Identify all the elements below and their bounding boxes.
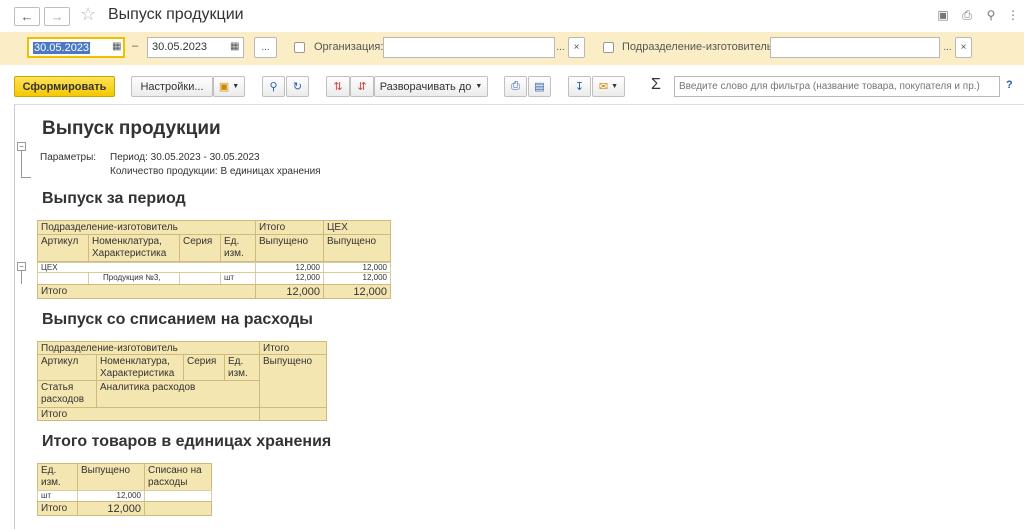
dept-label: Подразделение-изготовитель:: [622, 41, 776, 53]
header-unit: Ед. изм.: [224, 354, 260, 381]
star-icon[interactable]: ☆: [80, 4, 96, 25]
tree-line: [21, 177, 31, 178]
collapse-groups-button[interactable]: ⇅: [326, 76, 350, 97]
org-field[interactable]: [383, 37, 555, 58]
back-arrow-icon[interactable]: ←: [14, 7, 40, 26]
help-icon[interactable]: ?: [1006, 79, 1013, 91]
report-variants-icon: ▣: [218, 81, 230, 93]
preview-icon[interactable]: ⚲: [984, 8, 998, 22]
collapse-icon: ⇅: [333, 81, 343, 93]
collapse-toggle-icon[interactable]: −: [17, 142, 26, 151]
more-icon[interactable]: ⋮: [1006, 8, 1020, 22]
report-title: Выпуск продукции: [42, 118, 221, 139]
header-unit: Ед. изм.: [37, 463, 78, 491]
section-title-units-total: Итого товаров в единицах хранения: [42, 433, 332, 450]
header-released: Выпущено: [259, 354, 327, 408]
download-icon: ↧: [574, 81, 585, 93]
org-clear-button[interactable]: ×: [568, 37, 585, 58]
tree-line: [21, 271, 22, 284]
section-title-release: Выпуск за период: [42, 190, 186, 207]
save-icon[interactable]: ▣: [936, 8, 950, 22]
header-dept: Подразделение-изготовитель: [37, 341, 260, 355]
expand-icon: ⇵: [357, 81, 367, 93]
header-nomenclature: Номенклатура, Характеристика: [88, 234, 180, 262]
org-select-button[interactable]: ...: [553, 37, 568, 58]
print-icon[interactable]: ⎙: [960, 8, 974, 22]
preview-button[interactable]: ▤: [528, 76, 551, 97]
calendar-icon[interactable]: ▦: [112, 41, 121, 52]
dropdown-arrow-icon: ▼: [232, 83, 240, 90]
total-value: 12,000: [77, 501, 145, 516]
header-nomenclature: Номенклатура, Характеристика: [96, 354, 184, 381]
date-from-field[interactable]: 30.05.2023: [27, 37, 125, 58]
search-button[interactable]: ⚲: [262, 76, 285, 97]
date-dash: –: [132, 40, 139, 52]
save-file-button[interactable]: ↧: [568, 76, 591, 97]
dept-clear-button[interactable]: ×: [955, 37, 972, 58]
search-icon: ⚲: [269, 81, 278, 93]
total-label: Итого: [37, 501, 78, 516]
param-quantity: Количество продукции: В единицах хранени…: [110, 166, 321, 177]
title-bar: ← → ☆ Выпуск продукции ▣ ⎙ ⚲ ⋮: [0, 0, 1024, 32]
expand-groups-button[interactable]: ⇵: [350, 76, 374, 97]
calendar-icon[interactable]: ▦: [230, 41, 239, 52]
dept-field[interactable]: [770, 37, 940, 58]
org-checkbox[interactable]: [294, 42, 305, 53]
preview-icon: ▤: [534, 81, 545, 93]
print-icon: ⎙: [511, 80, 520, 92]
header-released-total: Выпущено: [255, 234, 324, 262]
header-written-off: Списано на расходы: [144, 463, 212, 491]
header-released: Выпущено: [77, 463, 145, 491]
send-email-button[interactable]: ✉ ▼: [592, 76, 625, 97]
header-dept: Подразделение-изготовитель: [37, 220, 256, 235]
date-from-value: 30.05.2023: [33, 42, 91, 54]
dropdown-arrow-icon: ▼: [611, 83, 619, 90]
sum-icon[interactable]: Σ: [651, 76, 661, 94]
generate-button[interactable]: Сформировать: [14, 76, 115, 97]
period-select-button[interactable]: ...: [254, 37, 277, 58]
dropdown-arrow-icon: ▼: [475, 83, 483, 90]
total-label: Итого: [37, 407, 260, 421]
header-total: Итого: [259, 341, 327, 355]
settings-button[interactable]: Настройки...: [131, 76, 213, 97]
envelope-icon: ✉: [598, 81, 609, 93]
total-label: Итого: [37, 284, 256, 299]
dept-checkbox[interactable]: [603, 42, 614, 53]
section-title-expense: Выпуск со списанием на расходы: [42, 311, 313, 328]
param-period: Период: 30.05.2023 - 30.05.2023: [110, 152, 260, 163]
expand-to-button[interactable]: Разворачивать до ▼: [374, 76, 488, 97]
header-expense-analytics: Аналитика расходов: [96, 380, 260, 408]
refresh-icon: ↻: [292, 81, 303, 93]
total-written-off: [144, 501, 212, 516]
header-article: Артикул: [37, 234, 89, 262]
params-label: Параметры:: [40, 152, 97, 163]
window-title: Выпуск продукции: [108, 6, 244, 23]
header-series: Серия: [183, 354, 225, 381]
filter-search-input[interactable]: [674, 76, 1000, 97]
org-label: Организация:: [314, 41, 384, 53]
header-expense-item: Статья расходов: [37, 380, 97, 408]
dept-select-button[interactable]: ...: [940, 37, 955, 58]
header-ceh: ЦЕХ: [323, 220, 391, 235]
expand-to-label: Разворачивать до: [379, 80, 472, 93]
header-released-ceh: Выпущено: [323, 234, 391, 262]
total-value: [259, 407, 327, 421]
header-article: Артикул: [37, 354, 97, 381]
collapse-toggle-icon[interactable]: −: [17, 262, 26, 271]
total-ceh-value: 12,000: [323, 284, 391, 299]
header-unit: Ед. изм.: [220, 234, 256, 262]
variants-menu-button[interactable]: ▣ ▼: [213, 76, 245, 97]
total-value: 12,000: [255, 284, 324, 299]
print-button[interactable]: ⎙: [504, 76, 527, 97]
forward-arrow-icon[interactable]: →: [44, 7, 70, 26]
tree-line: [21, 151, 22, 177]
refresh-search-button[interactable]: ↻: [286, 76, 309, 97]
header-total: Итого: [255, 220, 324, 235]
header-series: Серия: [179, 234, 221, 262]
